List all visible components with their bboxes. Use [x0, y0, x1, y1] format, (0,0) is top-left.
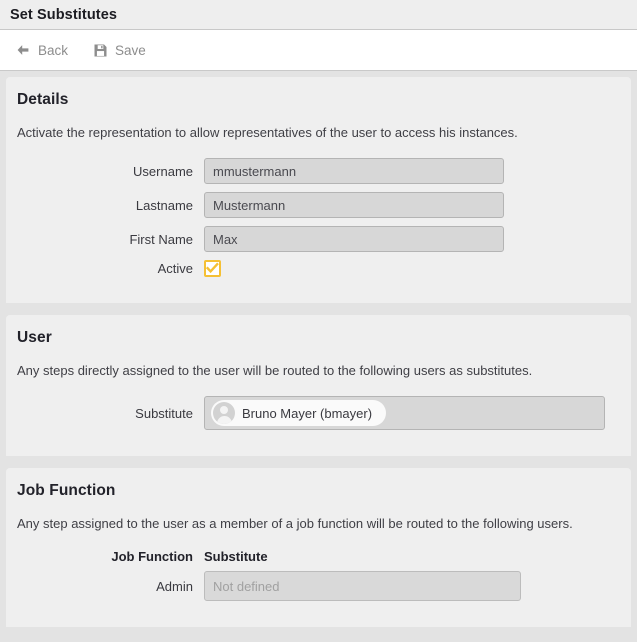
job-function-description: Any step assigned to the user as a membe…	[6, 516, 631, 531]
column-header-substitute: Substitute	[204, 549, 268, 564]
checkmark-icon	[206, 262, 219, 275]
back-button[interactable]: Back	[13, 38, 76, 62]
username-label: Username	[6, 164, 204, 179]
lastname-row: Lastname Mustermann	[6, 192, 631, 218]
back-button-label: Back	[38, 43, 68, 58]
details-title: Details	[6, 91, 631, 109]
active-row: Active	[6, 260, 631, 277]
job-function-table-header: Job Function Substitute	[6, 549, 631, 564]
page-title: Set Substitutes	[10, 7, 117, 23]
job-function-panel: Job Function Any step assigned to the us…	[6, 468, 631, 627]
details-panel: Details Activate the representation to a…	[6, 77, 631, 303]
lastname-input[interactable]: Mustermann	[204, 192, 504, 218]
substitute-row: Substitute Bruno Mayer (bmayer)	[6, 396, 631, 430]
user-title: User	[6, 329, 631, 347]
table-row: Admin Not defined	[6, 571, 631, 601]
save-button-label: Save	[115, 43, 146, 58]
substitute-token-field[interactable]: Bruno Mayer (bmayer)	[204, 396, 605, 430]
substitute-token-label: Bruno Mayer (bmayer)	[242, 406, 372, 421]
active-label: Active	[6, 261, 204, 276]
job-function-name: Admin	[6, 579, 204, 594]
active-checkbox[interactable]	[204, 260, 221, 277]
arrow-left-icon	[15, 42, 31, 58]
user-avatar-icon	[213, 402, 235, 424]
substitute-token[interactable]: Bruno Mayer (bmayer)	[211, 400, 386, 426]
username-input[interactable]: mmustermann	[204, 158, 504, 184]
substitute-label: Substitute	[6, 406, 204, 421]
user-panel: User Any steps directly assigned to the …	[6, 315, 631, 456]
save-button[interactable]: Save	[90, 38, 154, 62]
user-description: Any steps directly assigned to the user …	[6, 363, 631, 378]
job-function-title: Job Function	[6, 482, 631, 500]
content-area: Details Activate the representation to a…	[0, 71, 637, 641]
lastname-label: Lastname	[6, 198, 204, 213]
job-function-substitute-input[interactable]: Not defined	[204, 571, 521, 601]
job-function-substitute-placeholder: Not defined	[213, 579, 280, 594]
toolbar: Back Save	[0, 30, 637, 71]
details-description: Activate the representation to allow rep…	[6, 125, 631, 140]
app-header: Set Substitutes	[0, 0, 637, 30]
firstname-row: First Name Max	[6, 226, 631, 252]
floppy-disk-icon	[92, 42, 108, 58]
column-header-job-function: Job Function	[6, 549, 204, 564]
firstname-input[interactable]: Max	[204, 226, 504, 252]
firstname-label: First Name	[6, 232, 204, 247]
username-row: Username mmustermann	[6, 158, 631, 184]
